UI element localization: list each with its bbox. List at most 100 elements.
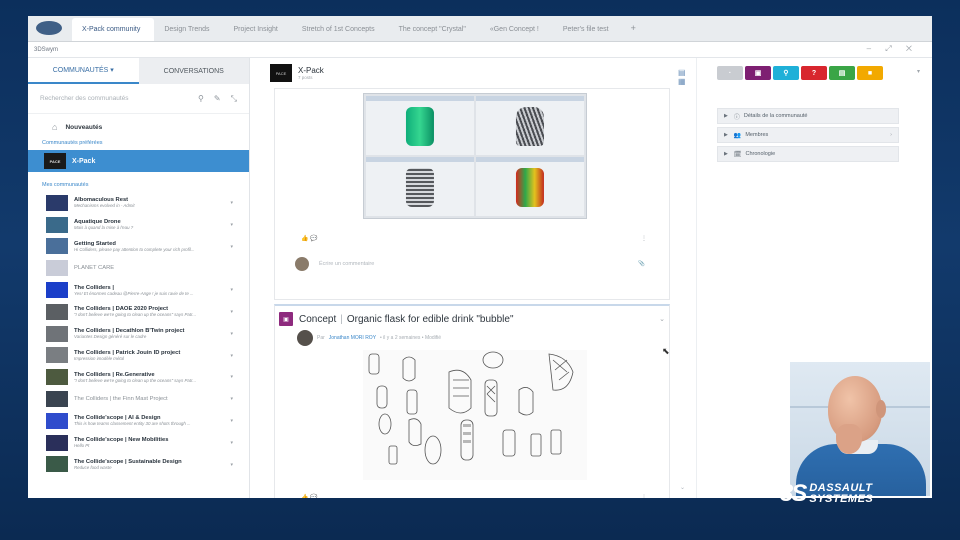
avatar — [297, 330, 313, 346]
pin-icon[interactable]: ▾ — [230, 244, 233, 250]
media-app-icon[interactable]: ▣ — [745, 66, 771, 80]
chevron-down-icon[interactable]: ▾ — [917, 68, 920, 75]
list-item[interactable]: The Colliders | Yes! Et énormes cadeau @P… — [28, 279, 249, 301]
comment-input[interactable]: Écrire un commentaire — [319, 261, 374, 267]
collapse-icon[interactable]: ⤡ — [231, 94, 237, 104]
post-header: ▣ Concept | Organic flask for edible dri… — [275, 312, 665, 326]
scroll-down-icon[interactable]: ⌄ — [680, 484, 685, 491]
section-icon: ⓘ — [733, 114, 740, 121]
community-thumbnail — [46, 456, 68, 473]
browser-tab-peters-file-test[interactable]: Peter's file test — [553, 26, 623, 41]
post-title[interactable]: Organic flask for edible drink "bubble" — [347, 314, 514, 325]
pin-icon[interactable]: ▾ — [230, 200, 233, 206]
community-name: PLANET CARE — [74, 265, 115, 272]
mouse-cursor-icon: ⬉ — [662, 346, 670, 356]
list-item[interactable]: The Collide'scope | New Mobilities Hello … — [28, 432, 249, 454]
post-menu-icon[interactable]: ⌄ — [659, 315, 665, 323]
pin-icon[interactable]: ▾ — [230, 374, 233, 380]
render-image[interactable] — [363, 93, 587, 219]
app-toolbar: · ▣ ⚲? ▤ ■ — [717, 66, 883, 80]
post-card: 👍 💬 ⋮ Écrire un commentaire 📎 — [274, 88, 670, 300]
list-item[interactable]: The Colliders | Decathlon B'Twin project… — [28, 323, 249, 345]
chevron-right-icon: › — [890, 132, 892, 138]
help-app-icon[interactable]: ? — [801, 66, 827, 80]
like-comment-icons[interactable]: 👍 💬 — [301, 495, 318, 498]
window-controls[interactable]: ‒ ⤢ ✕ — [867, 44, 918, 54]
book-app-icon[interactable]: ▤ — [829, 66, 855, 80]
list-item[interactable]: The Colliders | Re.Generative "I don't be… — [28, 366, 249, 388]
community-thumbnail — [46, 391, 68, 408]
note-app-icon[interactable]: ■ — [857, 66, 883, 80]
search-icon[interactable]: ⚲ — [198, 94, 204, 103]
accordion-community-details[interactable]: ▶ ⓘ Détails de la communauté — [717, 108, 899, 124]
list-item[interactable]: The Colliders | DAOE 2020 Project "I don'… — [28, 301, 249, 323]
caret-right-icon: ▶ — [724, 151, 728, 157]
list-item[interactable]: Albomaculous Rest Mechanisms evolved in -… — [28, 192, 249, 214]
pin-icon[interactable]: ▾ — [230, 287, 233, 293]
list-item[interactable]: Aquatique Drone Mais à quand la mise à l'… — [28, 214, 249, 236]
browser-tab-concept-crystal[interactable]: The concept "Crystal" — [389, 26, 480, 41]
community-last-message: Mais à quand la mise à l'eau ? — [74, 225, 134, 231]
accordion-label: Membres — [745, 132, 769, 138]
pin-icon[interactable]: ▾ — [230, 353, 233, 359]
community-thumbnail — [46, 412, 68, 429]
accordion-label: Chronologie — [745, 151, 776, 157]
list-item[interactable]: PLANET CARE — [28, 257, 249, 279]
list-item[interactable]: The Colliders | Patrick Jouin ID project… — [28, 345, 249, 367]
community-last-message: Yes! Et énormes cadeau @Pierre-Ange ! je… — [74, 290, 194, 296]
pin-icon[interactable]: ▾ — [230, 462, 233, 468]
pin-icon[interactable]: ▾ — [230, 396, 233, 402]
list-item[interactable]: The Collide'scope | Sustainable Design Re… — [28, 454, 249, 476]
caret-right-icon: ▶ — [724, 113, 728, 119]
community-thumbnail — [46, 282, 68, 299]
accordion-members[interactable]: ▶ 👥 Membres › — [717, 127, 899, 143]
sidebar-item-news[interactable]: ⌂ Nouveautés — [28, 118, 249, 136]
community-last-message: "I don't believe we're going to clean up… — [74, 312, 197, 318]
browser-tab-stretch-concepts[interactable]: Stretch of 1st Concepts — [292, 26, 389, 41]
section-icon: 👥 — [733, 132, 742, 139]
post-menu-icon[interactable]: ⋮ — [641, 235, 647, 242]
community-thumbnail — [46, 325, 68, 342]
home-icon: ⌂ — [52, 122, 58, 132]
browser-tab-gen-concept[interactable]: «Gen Concept ! — [480, 26, 553, 41]
tab-conversations[interactable]: CONVERSATIONS — [138, 58, 249, 84]
list-item[interactable]: Getting Started Hi Colliders, please pay … — [28, 236, 249, 258]
community-last-message: Mechanisms evolved in - Admit — [74, 203, 135, 209]
pin-icon[interactable]: ▾ — [230, 418, 233, 424]
browser-tab-x-pack-community[interactable]: X-Pack community — [72, 18, 155, 41]
pin-icon[interactable]: ▾ — [230, 222, 233, 228]
sidebar-item-x-pack[interactable]: PACE X-Pack — [28, 150, 249, 172]
community-thumbnail — [46, 434, 68, 451]
pin-icon[interactable]: ▾ — [230, 440, 233, 446]
author-link[interactable]: Jonathan MORI ROY — [329, 335, 376, 341]
brand-line-2: SYSTEMES — [809, 493, 874, 505]
community-last-message: "I don't believe we're going to clean up… — [74, 377, 197, 383]
feed-header: PACE X-Pack 7 posts — [270, 62, 324, 84]
search-app-icon[interactable]: ⚲ — [773, 66, 799, 80]
dassault-systemes-logo: 3S DASSAULT SYSTEMES — [780, 480, 873, 508]
attach-icon[interactable]: 📎 — [638, 261, 645, 267]
view-toggle-icon[interactable]: ▤ ▦ — [678, 68, 686, 86]
pin-icon[interactable]: ▾ — [230, 309, 233, 315]
sidebar-tabs: COMMUNAUTÉS ▾ CONVERSATIONS — [28, 58, 249, 84]
browser-tab-project-insight[interactable]: Project Insight — [224, 26, 292, 41]
community-thumbnail — [46, 260, 68, 277]
blank-app-icon[interactable]: · — [717, 66, 743, 80]
compose-icon[interactable]: ✎ — [214, 94, 221, 103]
accordion-timeline[interactable]: ▶ 🗓 Chronologie — [717, 146, 899, 162]
like-comment-icons[interactable]: 👍 💬 — [301, 236, 318, 242]
list-item[interactable]: The Colliders | the Finn Mast Project ▾ — [28, 388, 249, 410]
new-tab-button[interactable]: + — [623, 23, 644, 41]
post-actions: 👍 💬 ⋮ — [301, 235, 647, 242]
tab-communities[interactable]: COMMUNAUTÉS ▾ — [28, 58, 139, 84]
concept-sketch-image[interactable] — [363, 350, 587, 480]
search-input[interactable]: Rechercher des communautés — [40, 95, 188, 102]
my-communities-section-label: Mes communautés — [42, 182, 89, 188]
community-feed: PACE X-Pack 7 posts ▤ ▦ 👍 💬 ⋮ Écrire un … — [270, 58, 686, 498]
list-item[interactable]: The Collide'scope | AI & Design This is h… — [28, 410, 249, 432]
post-byline: Par Jonathan MORI ROY • il y a 2 semaine… — [297, 330, 441, 346]
browser-tab-design-trends[interactable]: Design Trends — [154, 26, 223, 41]
pin-icon[interactable]: ▾ — [230, 331, 233, 337]
accordion-label: Détails de la communauté — [743, 113, 808, 119]
post-menu-icon[interactable]: ⋮ — [641, 494, 647, 498]
